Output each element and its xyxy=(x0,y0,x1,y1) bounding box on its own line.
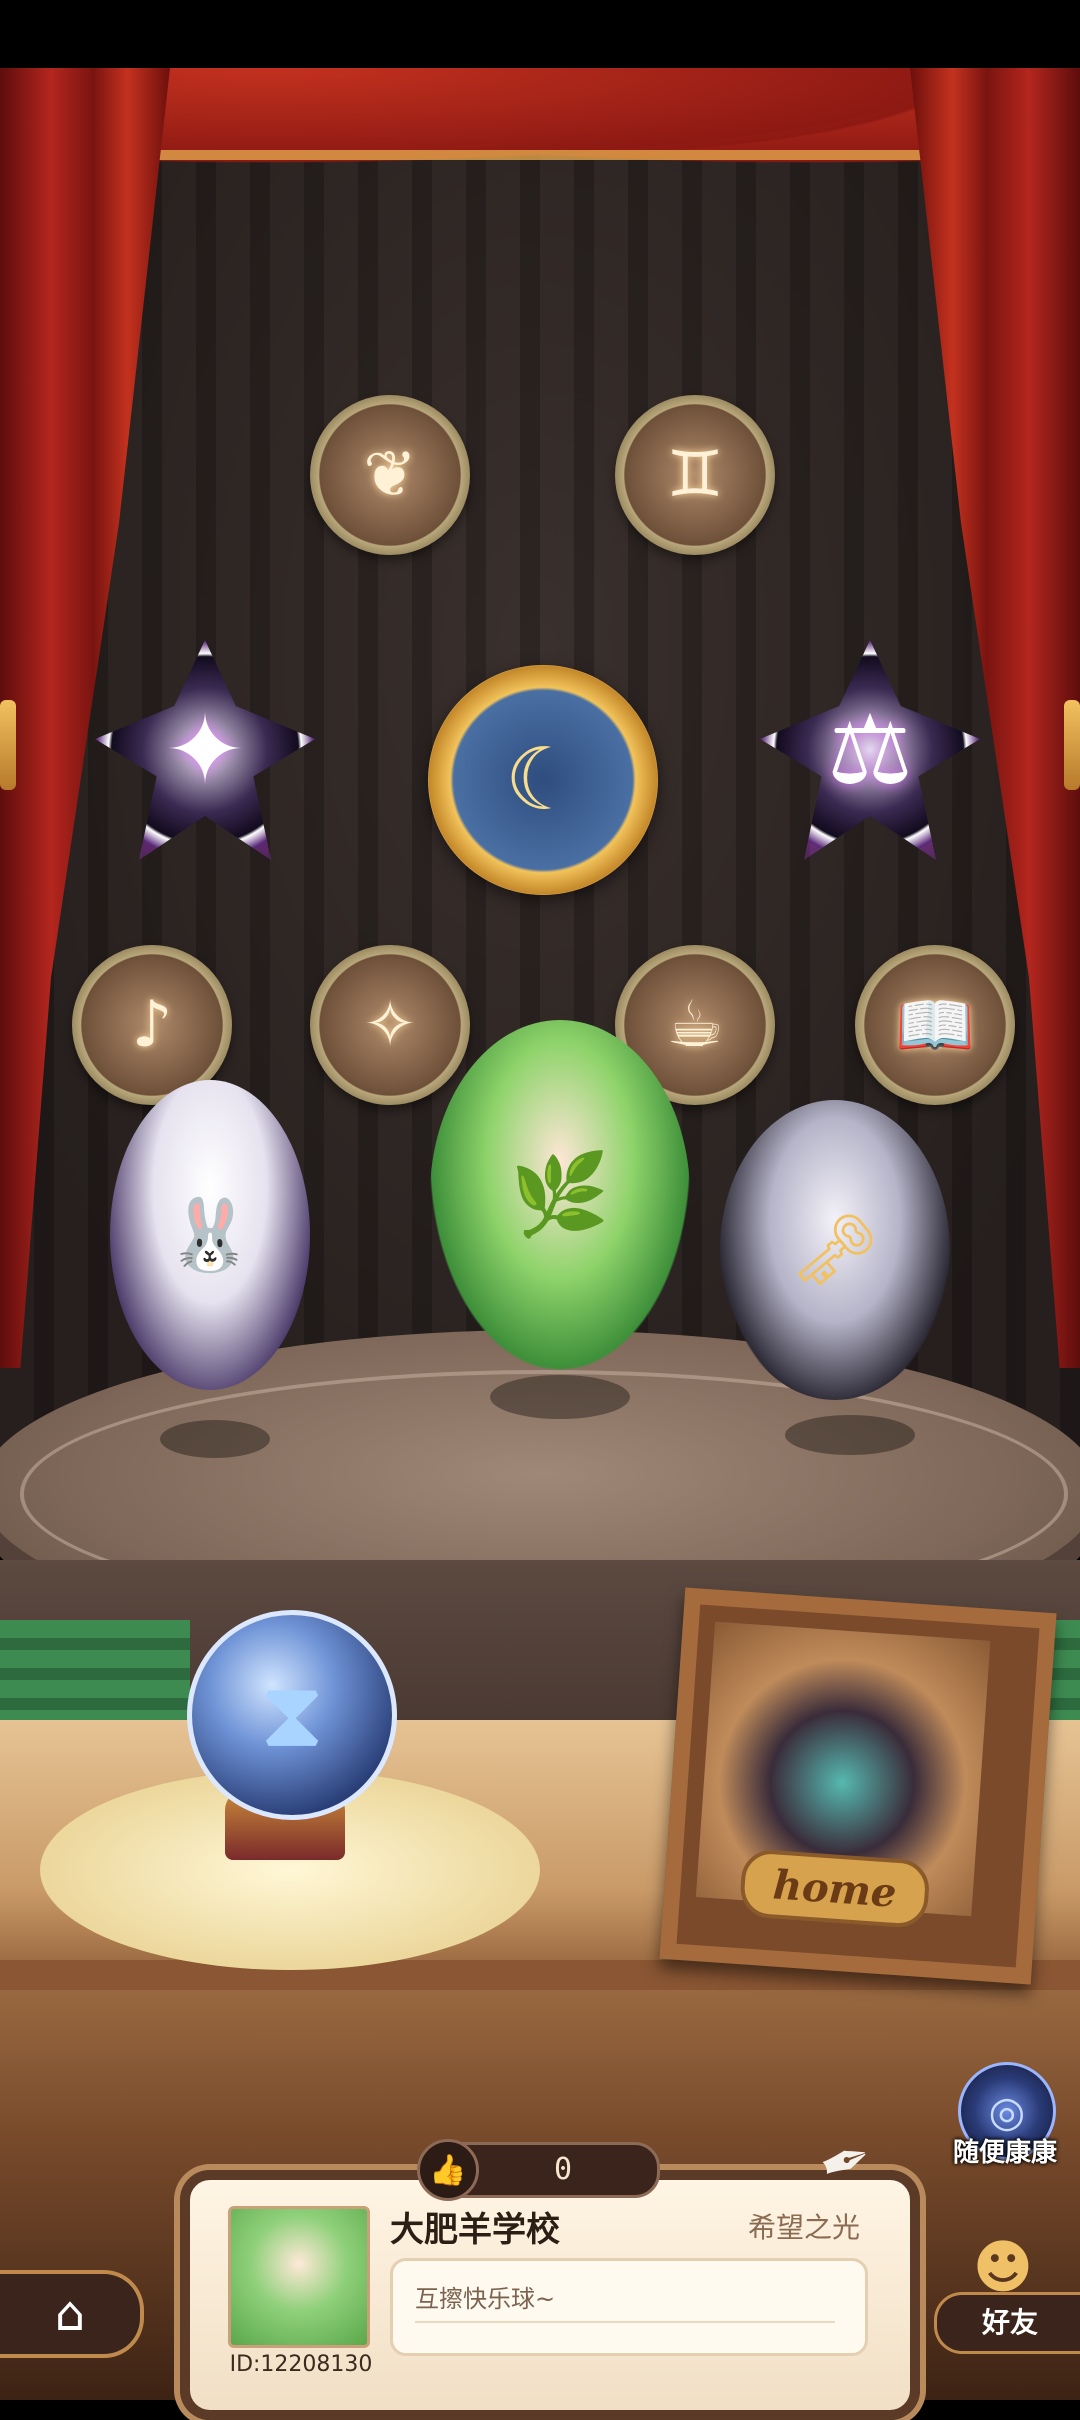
scales-icon: ⚖ xyxy=(826,694,914,806)
user-title: 希望之光 xyxy=(747,2211,860,2244)
shadow xyxy=(785,1415,915,1455)
rabbit-moon-icon: ☾ xyxy=(504,730,582,830)
curtain-trim xyxy=(120,150,960,160)
tassel-right xyxy=(1064,700,1080,790)
green-hair-girl-icon: 🌿 xyxy=(510,1148,610,1241)
friends-glyph: ☻ xyxy=(972,2233,1034,2301)
badge-book[interactable]: 📖 xyxy=(855,945,1015,1105)
character-bunny-girl[interactable]: 🐰 xyxy=(110,1080,310,1390)
hourglass-orb-button[interactable]: ⧗ xyxy=(187,1610,397,1820)
badge-twins[interactable]: ♊ xyxy=(615,395,775,555)
home-frame-button[interactable]: home xyxy=(659,1587,1057,1985)
book-icon: 📖 xyxy=(895,988,975,1063)
compass-icon: ✦ xyxy=(164,694,246,806)
like-bar[interactable]: 👍 0 xyxy=(417,2139,660,2201)
user-name: 大肥羊学校 xyxy=(390,2210,560,2250)
home-icon: ⌂ xyxy=(54,2286,86,2342)
home-label: home xyxy=(738,1848,931,1930)
motto-text: 互擦快乐球~ xyxy=(415,2285,556,2313)
plant-icon: ❦ xyxy=(363,438,417,512)
twins-icon: ♊ xyxy=(666,438,724,512)
bunny-girl-icon: 🐰 xyxy=(166,1193,254,1276)
random-visit-label[interactable]: 随便康康 xyxy=(940,2132,1070,2172)
status-bar xyxy=(0,0,1080,68)
character-witch-girl[interactable]: 🗝 xyxy=(720,1100,950,1400)
badge-plant[interactable]: ❦ xyxy=(310,395,470,555)
fairy-icon: ✧ xyxy=(363,988,417,1062)
tassel-left xyxy=(0,700,16,790)
thumbs-up-icon[interactable]: 👍 xyxy=(417,2139,479,2201)
motto-box[interactable]: 互擦快乐球~ xyxy=(390,2258,868,2356)
portal-glyph: ◎ xyxy=(988,2086,1026,2136)
friends-button[interactable]: 好友 xyxy=(934,2292,1080,2354)
motto-underline xyxy=(415,2321,835,2323)
shadow xyxy=(490,1375,630,1419)
teacup-icon: ☕ xyxy=(666,988,724,1062)
shadow xyxy=(160,1420,270,1458)
badge-fairy[interactable]: ✧ xyxy=(310,945,470,1105)
like-count: 0 xyxy=(553,2152,573,2187)
hourglass-icon: ⧗ xyxy=(259,1660,325,1768)
badge-rabbit-moon[interactable]: ☾ xyxy=(428,665,658,895)
music-icon: ♪ xyxy=(131,988,173,1062)
user-id: ID:12208130 xyxy=(229,2352,373,2377)
home-button[interactable]: ⌂ xyxy=(0,2270,144,2358)
profile-card: ID:12208130 大肥羊学校 希望之光 互擦快乐球~ xyxy=(180,2170,920,2420)
avatar[interactable] xyxy=(228,2206,370,2348)
character-green-hair-girl[interactable]: 🌿 xyxy=(430,1020,690,1370)
key-icon: 🗝 xyxy=(790,1208,880,1291)
